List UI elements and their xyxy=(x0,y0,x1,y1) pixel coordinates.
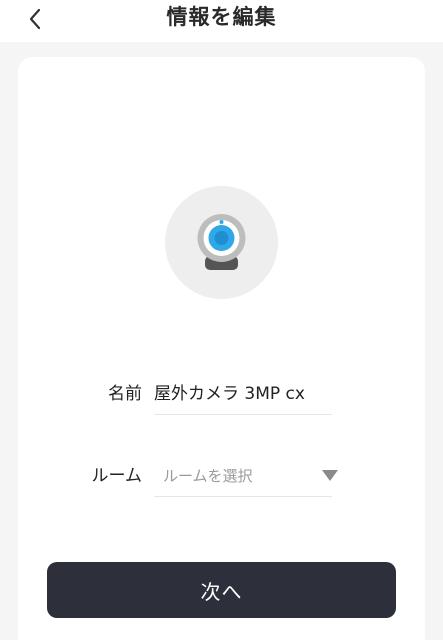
room-label: ルーム xyxy=(91,466,143,486)
name-row: 名前 屋外カメラ 3MP cx xyxy=(0,374,443,415)
next-button[interactable]: 次へ xyxy=(47,562,396,618)
room-row: ルーム ルームを選択 xyxy=(0,456,443,497)
triangle-down-icon[interactable] xyxy=(322,470,338,481)
device-icon-circle xyxy=(165,186,278,299)
edit-info-card xyxy=(18,57,425,640)
name-input[interactable]: 屋外カメラ 3MP cx xyxy=(154,382,332,406)
room-underline xyxy=(154,496,332,497)
page-title: 情報を編集 xyxy=(166,5,277,29)
room-select[interactable]: ルームを選択 xyxy=(163,465,253,487)
name-underline xyxy=(154,414,332,415)
name-label: 名前 xyxy=(108,384,142,404)
webcam-icon xyxy=(197,214,246,270)
top-bar: 情報を編集 xyxy=(0,0,443,42)
